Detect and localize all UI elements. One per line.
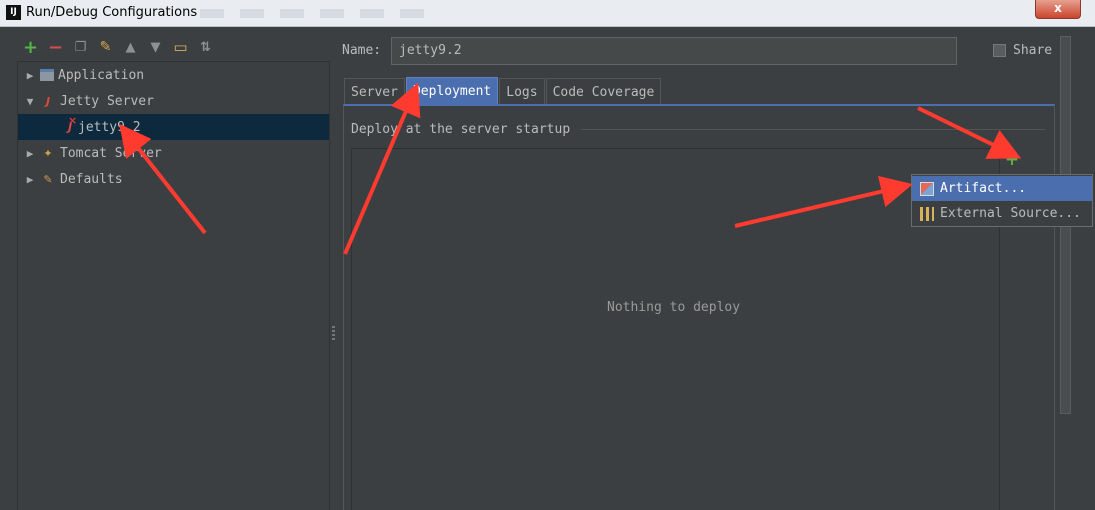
- tab-server[interactable]: Server: [344, 78, 405, 105]
- jetty-icon: J: [45, 94, 51, 108]
- external-source-icon: [920, 206, 934, 221]
- window-title-bar: IJ Run/Debug Configurations x: [0, 0, 1095, 27]
- tree-item-label: Defaults: [60, 171, 123, 187]
- background-menu-ghost: [200, 9, 430, 18]
- wrench-icon[interactable]: ✎: [93, 37, 118, 57]
- empty-list-text: Nothing to deploy: [607, 300, 741, 315]
- config-toolbar: + − ❐ ✎ ▲ ▼ ▭ ⇅: [18, 36, 218, 58]
- deploy-section-title: Deploy at the server startup: [351, 122, 571, 137]
- popup-item-external-source[interactable]: External Source...: [912, 201, 1092, 226]
- arrow-down-icon[interactable]: ▼: [143, 37, 168, 57]
- name-label: Name:: [342, 43, 382, 58]
- section-divider: [581, 129, 1045, 130]
- share-label: Share: [1013, 43, 1053, 58]
- popup-item-artifact[interactable]: Artifact...: [912, 176, 1092, 201]
- collapse-arrow-icon[interactable]: ▼: [20, 95, 40, 108]
- remove-icon[interactable]: −: [43, 37, 68, 58]
- add-deployment-popup: Artifact... External Source...: [911, 174, 1093, 227]
- sort-icon[interactable]: ⇅: [193, 37, 218, 57]
- config-tree: ▶ Application ▼ J Jetty Server J jetty9.…: [17, 61, 330, 510]
- tree-item-application[interactable]: ▶ Application: [18, 62, 329, 88]
- tree-item-defaults[interactable]: ▶ ✎ Defaults: [18, 166, 329, 192]
- add-icon[interactable]: +: [18, 37, 43, 58]
- tree-item-label: jetty9.2: [78, 119, 141, 135]
- intellij-icon: IJ: [6, 5, 21, 20]
- tab-deployment[interactable]: Deployment: [405, 77, 499, 105]
- name-input[interactable]: jetty9.2: [391, 37, 957, 65]
- tab-code-coverage[interactable]: Code Coverage: [545, 78, 662, 105]
- artifact-icon: [920, 181, 934, 196]
- expand-arrow-icon[interactable]: ▶: [20, 173, 40, 186]
- expand-arrow-icon[interactable]: ▶: [20, 147, 40, 160]
- popup-item-label: Artifact...: [940, 181, 1027, 196]
- share-option[interactable]: Share: [993, 43, 1052, 58]
- tab-logs[interactable]: Logs: [499, 78, 545, 105]
- add-deployment-button[interactable]: +: [1003, 151, 1021, 169]
- tree-item-jetty9-2[interactable]: J jetty9.2: [18, 114, 329, 140]
- wrench-icon: ✎: [43, 172, 53, 186]
- window-close-button[interactable]: x: [1035, 0, 1081, 19]
- copy-icon[interactable]: ❐: [68, 37, 93, 57]
- share-checkbox[interactable]: [993, 44, 1006, 57]
- tree-item-jetty-server[interactable]: ▼ J Jetty Server: [18, 88, 329, 114]
- application-icon: [40, 69, 54, 81]
- arrow-up-icon[interactable]: ▲: [118, 37, 143, 57]
- tree-item-tomcat-server[interactable]: ▶ ✦ Tomcat Server: [18, 140, 329, 166]
- panel-splitter[interactable]: [332, 326, 335, 342]
- tree-item-label: Jetty Server: [60, 93, 154, 109]
- tree-item-label: Application: [58, 67, 145, 83]
- tomcat-icon: ✦: [43, 146, 53, 160]
- expand-arrow-icon[interactable]: ▶: [20, 69, 40, 82]
- window-title: Run/Debug Configurations: [26, 5, 198, 20]
- folder-icon[interactable]: ▭: [168, 37, 193, 57]
- config-tabs: Server Deployment Logs Code Coverage: [344, 77, 662, 105]
- tree-item-label: Tomcat Server: [60, 145, 162, 161]
- jetty-config-icon: J: [62, 114, 78, 135]
- deploy-list[interactable]: [351, 148, 1000, 510]
- popup-item-label: External Source...: [940, 206, 1081, 221]
